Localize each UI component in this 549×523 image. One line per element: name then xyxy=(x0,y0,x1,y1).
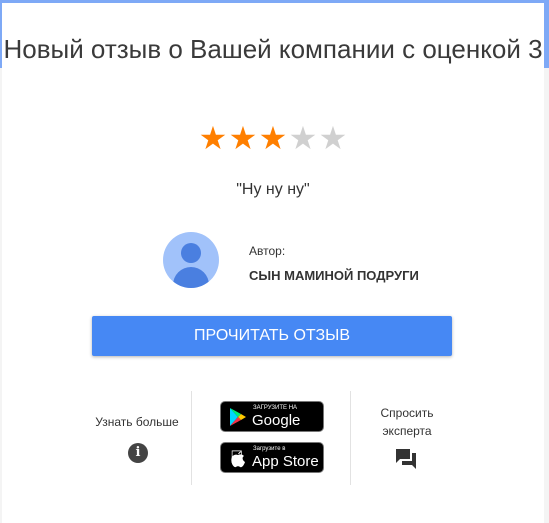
star-empty-icon: ★ xyxy=(318,120,348,156)
apple-logo-icon xyxy=(231,451,245,468)
divider xyxy=(191,391,192,485)
divider xyxy=(350,391,351,485)
read-review-button[interactable]: ПРОЧИТАТЬ ОТЗЫВ xyxy=(92,316,452,356)
ask-expert-line1: Спросить xyxy=(380,406,434,420)
google-play-small-text: ЗАГРУЗИТЕ НА xyxy=(253,405,298,411)
author-label: Автор: xyxy=(249,244,286,258)
chat-icon[interactable] xyxy=(396,449,418,471)
google-play-icon xyxy=(230,408,246,426)
star-filled-icon: ★ xyxy=(228,120,258,156)
email-card: Новый отзыв о Вашей компании с оценкой 3… xyxy=(2,3,544,523)
app-store-badge[interactable]:  Загрузите в App Store xyxy=(220,442,324,473)
app-store-small-text: Загрузите в xyxy=(253,446,286,452)
avatar-body xyxy=(173,267,209,288)
google-play-badge[interactable]: ЗАГРУЗИТЕ НА Google Play xyxy=(220,401,324,447)
info-icon[interactable]: i xyxy=(128,443,148,463)
ask-expert-line2: эксперта xyxy=(382,424,432,438)
page-title: Новый отзыв о Вашей компании с оценкой 3 xyxy=(3,34,543,64)
learn-more-link[interactable]: Узнать больше xyxy=(87,413,187,431)
star-filled-icon: ★ xyxy=(198,120,228,156)
author-name: СЫН МАМИНОЙ ПОДРУГИ xyxy=(249,268,419,283)
star-empty-icon: ★ xyxy=(288,120,318,156)
avatar xyxy=(163,232,219,288)
app-store-text: App Store xyxy=(252,453,319,470)
star-rating: ★ ★ ★ ★ ★ xyxy=(198,121,348,155)
review-quote: "Ну ну ну" xyxy=(236,181,310,198)
ask-expert-link[interactable]: Спросить эксперта xyxy=(357,404,457,440)
star-filled-icon: ★ xyxy=(258,120,288,156)
avatar-head xyxy=(181,243,201,263)
